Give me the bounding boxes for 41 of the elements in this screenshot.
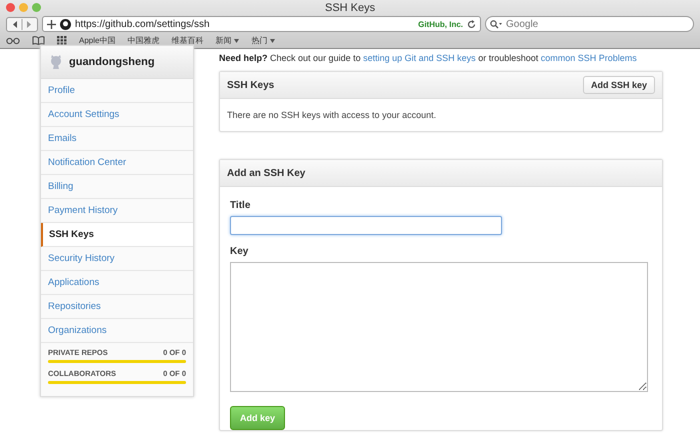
search-field[interactable]: Google: [485, 16, 694, 32]
guide-link[interactable]: setting up Git and SSH keys: [363, 53, 476, 63]
sidebar-item[interactable]: Account Settings: [41, 103, 193, 127]
avatar-icon: [49, 55, 63, 69]
sidebar-item[interactable]: Notification Center: [41, 151, 193, 175]
bookmark-link[interactable]: 维基百科: [171, 35, 204, 46]
key-field[interactable]: [230, 262, 648, 392]
add-ssh-key-button[interactable]: Add SSH key: [582, 76, 655, 94]
sidebar-item[interactable]: Emails: [41, 127, 193, 151]
bookmark-menu[interactable]: 热门: [251, 35, 268, 46]
back-forward-button[interactable]: [6, 16, 38, 32]
problems-link[interactable]: common SSH Problems: [540, 53, 637, 63]
title-field[interactable]: [230, 216, 502, 235]
panel-title: SSH Keys: [227, 80, 274, 90]
sidebar-item[interactable]: Applications: [41, 271, 193, 295]
field-label: Title: [230, 200, 252, 211]
sidebar-item[interactable]: Security History: [41, 247, 193, 271]
site-identity: GitHub, Inc.: [418, 20, 463, 28]
address-bar[interactable]: https://github.com/settings/ssh GitHub, Inc.: [42, 16, 481, 32]
book-icon[interactable]: [32, 36, 45, 45]
panel-title: Add an SSH Key: [227, 168, 306, 178]
add-icon[interactable]: [47, 20, 56, 28]
url-text: https://github.com/settings/ssh: [75, 18, 211, 30]
help-text: Need help? Check out our guide to setting up Git and SSH keys or troubleshoot common SSH Problems: [219, 53, 638, 63]
sidebar-item[interactable]: Repositories: [41, 295, 193, 319]
grid-icon[interactable]: [57, 36, 67, 45]
sidebar-item[interactable]: Profile: [41, 79, 193, 103]
sidebar-item[interactable]: Billing: [41, 175, 193, 199]
reading-list-icon[interactable]: [6, 36, 20, 44]
bookmark-link[interactable]: Apple中国: [79, 35, 116, 46]
window-title: SSH Keys: [325, 2, 375, 14]
field-label: Key: [230, 246, 250, 257]
username: guandongsheng: [69, 56, 155, 68]
bookmark-menu[interactable]: 新闻: [215, 35, 232, 46]
sidebar-item[interactable]: SSH Keys: [41, 223, 193, 247]
reload-icon[interactable]: [467, 20, 476, 28]
close-button[interactable]: [6, 3, 15, 12]
add-key-button[interactable]: Add key: [230, 406, 286, 430]
empty-message: There are no SSH keys with access to your account.: [226, 109, 438, 122]
bookmark-link[interactable]: 中国雅虎: [127, 35, 160, 46]
sidebar-item[interactable]: Organizations: [41, 319, 193, 343]
